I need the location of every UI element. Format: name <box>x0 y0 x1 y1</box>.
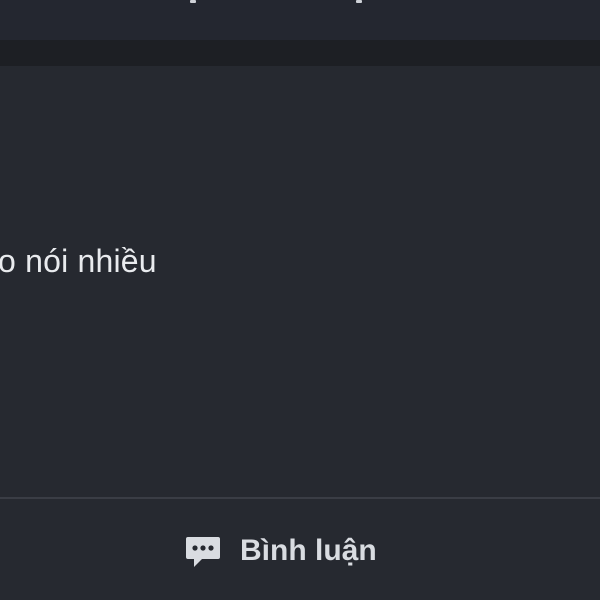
comment-label: Bình luận <box>240 534 377 567</box>
feed-page: o nói nhiều Bình luận <box>0 0 600 600</box>
clipped-glyph <box>356 0 362 3</box>
clipped-glyph <box>190 0 196 3</box>
chat-bubble-icon <box>180 529 224 573</box>
previous-post-footer <box>0 0 600 40</box>
post-separator <box>0 40 600 66</box>
post-text: o nói nhiều <box>0 243 157 279</box>
comment-button[interactable]: Bình luận <box>180 528 377 574</box>
clipped-text-fragments <box>0 0 600 6</box>
